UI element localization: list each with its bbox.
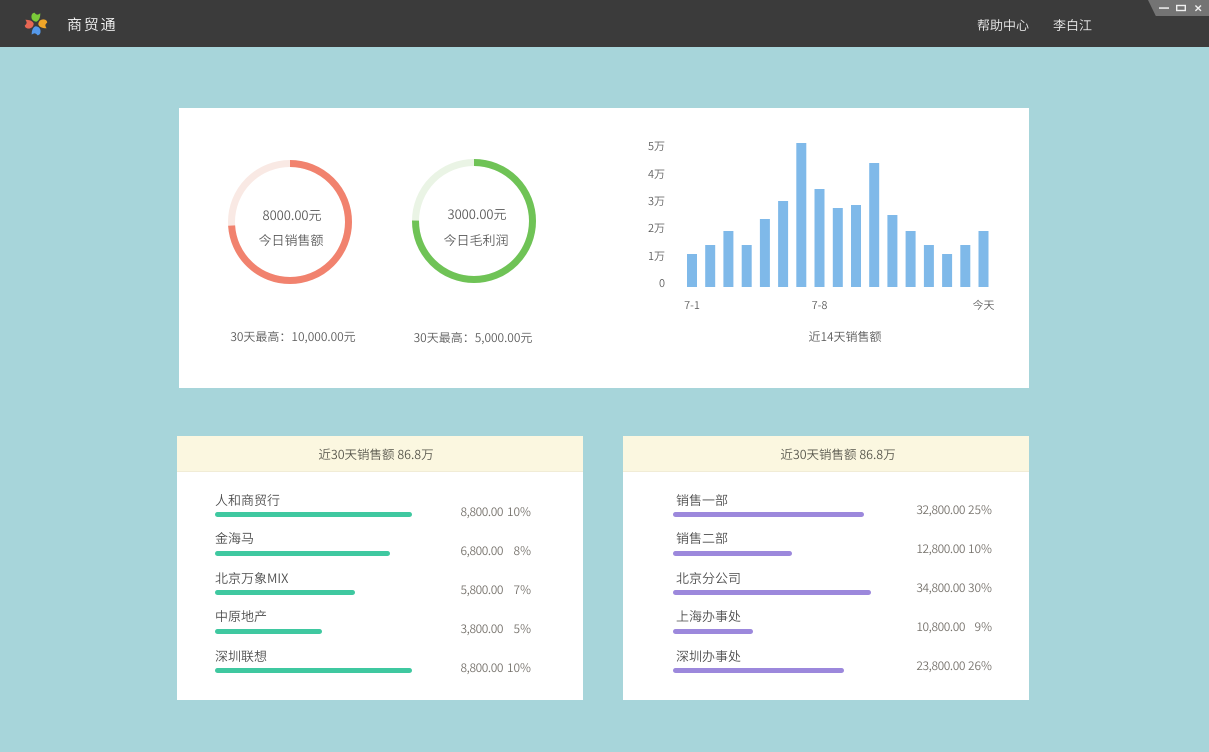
- svg-text:今天: 今天: [973, 297, 995, 313]
- svg-text:5万: 5万: [648, 138, 665, 154]
- svg-text:0: 0: [659, 275, 665, 291]
- svg-text:3万: 3万: [648, 193, 665, 209]
- svg-text:4万: 4万: [648, 166, 665, 182]
- svg-text:7-8: 7-8: [812, 297, 828, 313]
- svg-text:1万: 1万: [648, 248, 665, 264]
- svg-text:7-1: 7-1: [684, 297, 700, 313]
- svg-text:近14天销售额: 近14天销售额: [808, 328, 881, 345]
- svg-text:2万: 2万: [648, 220, 665, 236]
